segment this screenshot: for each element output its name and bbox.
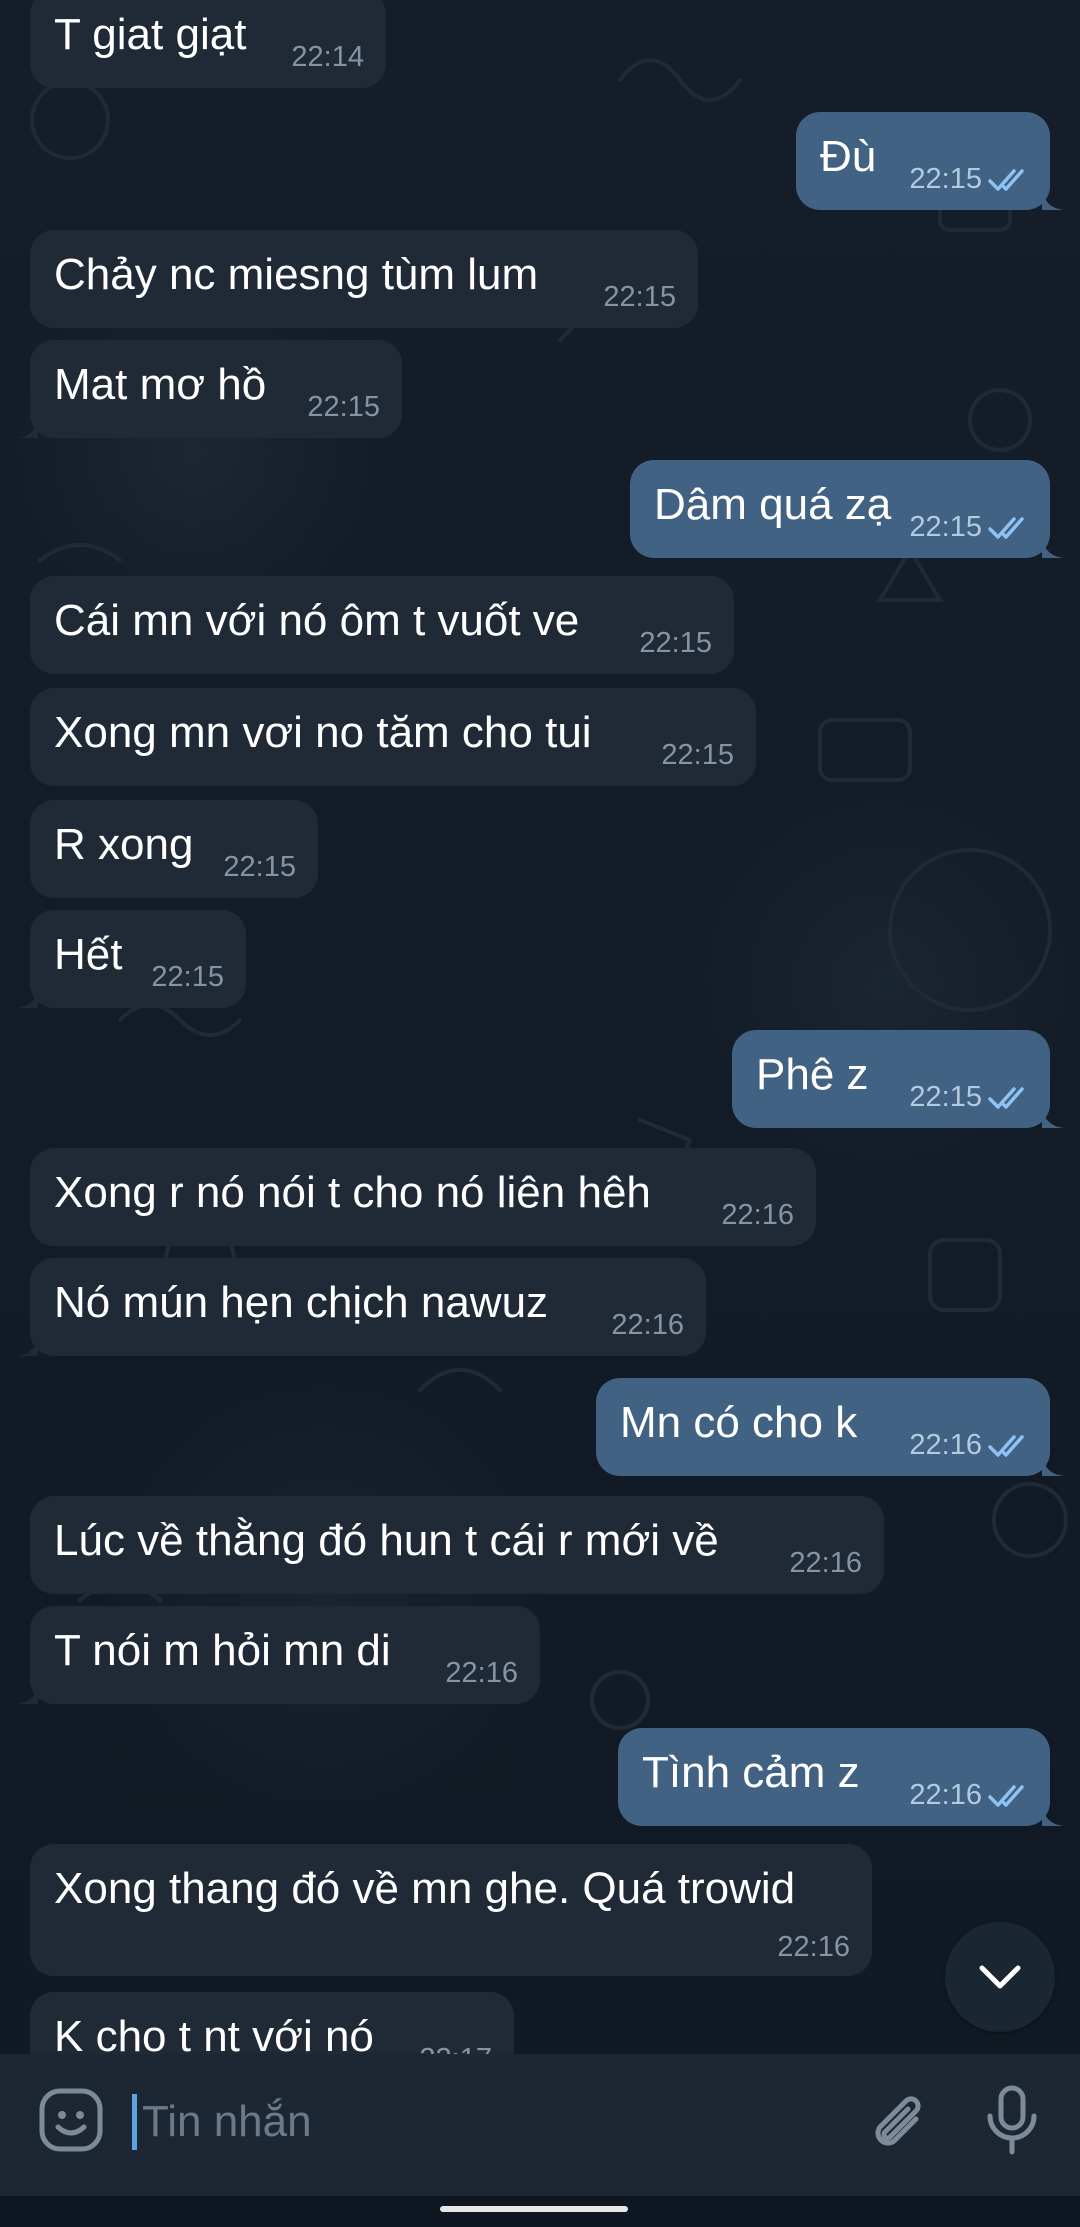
text-cursor <box>132 2094 137 2150</box>
message-bubble-outgoing[interactable]: Đù 22:15 <box>796 112 1064 210</box>
message-input[interactable] <box>142 2082 842 2162</box>
message-text: Nó mún hẹn chịch nawuz <box>54 1278 549 1327</box>
double-check-icon <box>988 516 1024 539</box>
message-time: 22:15 <box>639 627 712 659</box>
message-text: Xong r nó nói t cho nó liên hêh <box>54 1168 651 1217</box>
message-bubble-outgoing[interactable]: Phê z 22:15 <box>732 1030 1064 1128</box>
scroll-to-bottom-button[interactable] <box>945 1922 1055 2032</box>
message-bubble-incoming[interactable]: Chảy nc miesng tùm lum 22:15 <box>30 230 698 328</box>
message-text: Xong thang đó về mn ghe. Quá trowid <box>54 1864 796 1913</box>
bubble-tail <box>1042 1454 1064 1476</box>
message-time: 22:15 <box>661 739 734 771</box>
message-text: Lúc về thằng đó hun t cái r mới về <box>54 1516 719 1565</box>
message-text: Chảy nc miesng tùm lum <box>54 250 539 299</box>
message-time: 22:15 <box>909 163 982 195</box>
message-bubble-outgoing[interactable]: Tình cảm z 22:16 <box>618 1728 1064 1826</box>
message-time: 22:16 <box>445 1657 518 1689</box>
microphone-icon[interactable] <box>982 2084 1042 2156</box>
message-text: K cho t nt với nó <box>54 2012 374 2054</box>
message-bubble-incoming[interactable]: Lúc về thằng đó hun t cái r mới về 22:16 <box>30 1496 884 1594</box>
message-bubble-outgoing[interactable]: Mn có cho k 22:16 <box>596 1378 1064 1476</box>
message-text: Đù <box>820 132 877 181</box>
message-time: 22:16 <box>721 1199 794 1231</box>
message-bubble-incoming[interactable]: Nó mún hẹn chịch nawuz 22:16 <box>18 1258 706 1356</box>
message-bubble-incoming[interactable]: Mat mơ hồ 22:15 <box>18 340 402 438</box>
message-bubble-incoming[interactable]: R xong 22:15 <box>30 800 318 898</box>
message-bubble-incoming[interactable]: T giat giạt 22:14 <box>30 0 386 88</box>
message-bubble-incoming[interactable]: Hết 22:15 <box>18 910 246 1008</box>
double-check-icon <box>988 1434 1024 1457</box>
message-time: 22:17 <box>419 2043 492 2054</box>
message-bubble-outgoing[interactable]: Dâm quá zạ 22:15 <box>630 460 1064 558</box>
chevron-down-icon <box>979 1965 1021 1989</box>
message-text: Cái mn với nó ôm t vuốt ve <box>54 596 580 645</box>
double-check-icon <box>988 1086 1024 1109</box>
message-time: 22:16 <box>777 1931 850 1963</box>
chat-area[interactable]: T giat giạt 22:14 Đù 22:15 Chảy nc miesn… <box>0 0 1080 2054</box>
double-check-icon <box>988 168 1024 191</box>
message-time: 22:16 <box>789 1547 862 1579</box>
message-bubble-incoming[interactable]: Cái mn với nó ôm t vuốt ve 22:15 <box>30 576 734 674</box>
bubble-tail <box>18 1334 38 1356</box>
message-composer <box>0 2054 1080 2196</box>
message-time: 22:15 <box>223 851 296 883</box>
message-text: Mat mơ hồ <box>54 360 267 409</box>
bubble-tail <box>1042 188 1064 210</box>
message-bubble-incoming[interactable]: T nói m hỏi mn di 22:16 <box>18 1606 540 1704</box>
paperclip-icon[interactable] <box>862 2087 930 2155</box>
message-text: Dâm quá zạ <box>654 480 892 529</box>
message-time: 22:15 <box>909 511 982 543</box>
message-bubble-incoming[interactable]: K cho t nt với nó 22:17 <box>30 1992 514 2054</box>
message-time: 22:16 <box>611 1309 684 1341</box>
message-text: Phê z <box>756 1050 869 1099</box>
emoji-icon[interactable] <box>38 2087 104 2153</box>
bubble-tail <box>1042 1106 1064 1128</box>
message-text: R xong <box>54 820 194 869</box>
message-time: 22:16 <box>909 1779 982 1811</box>
message-text: T giat giạt <box>54 10 247 59</box>
bubble-tail <box>18 1682 38 1704</box>
message-time: 22:15 <box>909 1081 982 1113</box>
message-text: T nói m hỏi mn di <box>54 1626 391 1675</box>
message-text: Hết <box>54 930 123 979</box>
message-text: Tình cảm z <box>642 1748 860 1797</box>
double-check-icon <box>988 1784 1024 1807</box>
message-bubble-incoming[interactable]: Xong mn vơi no tăm cho tui 22:15 <box>30 688 756 786</box>
message-time: 22:16 <box>909 1429 982 1461</box>
message-text: Mn có cho k <box>620 1398 858 1447</box>
bubble-tail <box>1042 1804 1064 1826</box>
message-time: 22:15 <box>151 961 224 993</box>
system-navigation-bar <box>0 2196 1080 2227</box>
bubble-tail <box>1042 536 1064 558</box>
message-bubble-incoming[interactable]: Xong r nó nói t cho nó liên hêh 22:16 <box>30 1148 816 1246</box>
gesture-handle[interactable] <box>440 2206 628 2212</box>
bubble-tail <box>18 416 38 438</box>
message-text: Xong mn vơi no tăm cho tui <box>54 708 592 757</box>
message-time: 22:15 <box>603 281 676 313</box>
message-time: 22:14 <box>291 41 364 73</box>
message-time: 22:15 <box>307 391 380 423</box>
message-bubble-incoming[interactable]: Xong thang đó về mn ghe. Quá trowid 22:1… <box>30 1844 872 1976</box>
bubble-tail <box>18 986 38 1008</box>
